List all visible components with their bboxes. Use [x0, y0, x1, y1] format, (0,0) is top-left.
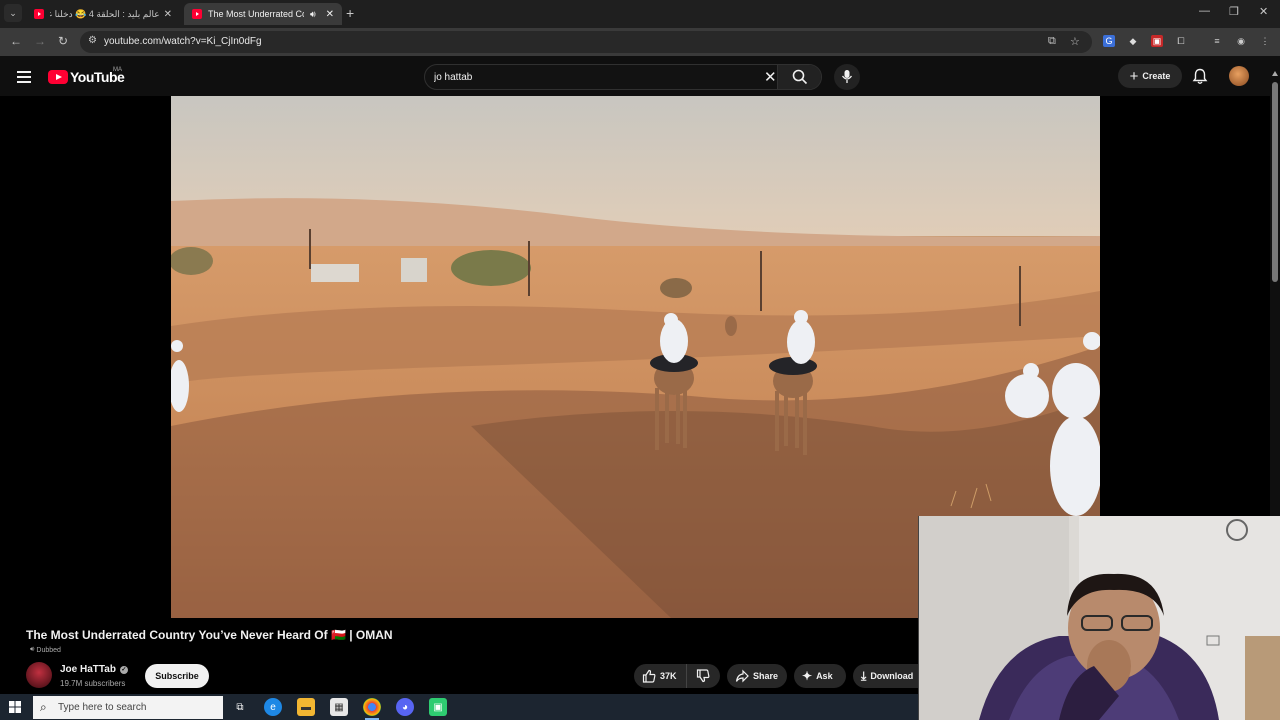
hamburger-menu-icon[interactable]	[17, 71, 31, 86]
speaker-icon[interactable]: 🔊︎	[310, 9, 316, 20]
tab-close-icon[interactable]: ✕	[326, 9, 334, 20]
restore-icon[interactable]: ❐	[1229, 5, 1239, 18]
browser-tab-2[interactable]: The Most Underrated Coun 🔊︎ ✕	[184, 3, 342, 25]
minimize-icon[interactable]: —	[1199, 5, 1210, 17]
scroll-up-arrow-icon[interactable]	[1272, 71, 1278, 76]
youtube-favicon-icon	[34, 9, 44, 19]
tab-title: عالم بليد : الحلقة 4 😂 دخلنا غرفة	[50, 8, 160, 19]
dubbed-badge: 🔊︎ Dubbed	[30, 646, 61, 654]
account-avatar[interactable]	[1229, 66, 1249, 86]
back-icon[interactable]: ←	[10, 34, 22, 48]
discord-icon[interactable]: ◕	[396, 698, 414, 716]
search-box: ✕	[424, 64, 822, 90]
subscribe-button[interactable]: Subscribe	[145, 664, 209, 688]
search-input[interactable]	[434, 69, 754, 85]
microsoft-store-icon[interactable]: ▦	[330, 698, 348, 716]
youtube-favicon-icon	[192, 9, 202, 19]
chrome-menu-icon[interactable]: ⋮	[1259, 35, 1271, 47]
bookmark-star-icon[interactable]: ☆	[1070, 35, 1080, 48]
tab-title: The Most Underrated Coun	[208, 9, 304, 19]
verified-check-icon: ✓	[119, 665, 128, 674]
dubbed-icon: 🔊︎	[30, 646, 35, 653]
share-button[interactable]: Share	[727, 664, 787, 688]
install-app-icon[interactable]: ⧉	[1048, 35, 1056, 48]
extension-red-icon[interactable]: ▣	[1151, 35, 1163, 47]
browser-tab-1[interactable]: عالم بليد : الحلقة 4 😂 دخلنا غرفة ✕	[26, 3, 180, 25]
green-app-icon[interactable]: ▣	[429, 698, 447, 716]
ask-label: Ask	[816, 671, 833, 681]
voice-search-button[interactable]	[834, 64, 860, 90]
site-info-icon[interactable]: ⚙	[88, 35, 97, 46]
ask-button[interactable]: ✦ Ask	[794, 664, 846, 688]
url-text: youtube.com/watch?v=Ki_CjIn0dFg	[104, 36, 262, 47]
subscriber-count: 19.7M subscribers	[60, 679, 126, 688]
windows-taskbar: ⌕ Type here to search ⧉ e ▬ ▦ ◕ ▣	[0, 694, 918, 720]
browser-tab-strip: ⌄ عالم بليد : الحلقة 4 😂 دخلنا غرفة ✕ Th…	[0, 0, 1280, 28]
microphone-icon	[841, 70, 853, 83]
thumbs-up-icon	[642, 669, 656, 683]
thumbs-down-icon	[696, 669, 710, 683]
taskbar-search-box[interactable]: ⌕ Type here to search	[33, 696, 223, 719]
channel-name-row[interactable]: Joe HaTTab ✓	[60, 664, 128, 675]
download-icon: ⤓	[861, 668, 867, 683]
dislike-button[interactable]	[686, 664, 720, 688]
extension-diamond-icon[interactable]: ◆	[1127, 35, 1139, 47]
video-title: The Most Underrated Country You’ve Never…	[26, 628, 393, 642]
download-button[interactable]: ⤓ Download	[853, 664, 918, 688]
download-label: Download	[870, 671, 914, 681]
webcam-feed-person	[919, 516, 1280, 720]
share-arrow-icon	[735, 669, 749, 683]
like-count: 37K	[660, 671, 677, 681]
close-window-icon[interactable]: ✕	[1259, 5, 1268, 18]
create-button[interactable]: + Create	[1118, 64, 1182, 88]
search-button[interactable]	[777, 65, 821, 89]
notifications-bell-icon[interactable]	[1192, 68, 1208, 85]
webcam-overlay	[918, 516, 1280, 720]
plus-icon: +	[1129, 67, 1139, 85]
create-label: Create	[1142, 71, 1171, 81]
tab-search-chevron-icon[interactable]: ⌄	[4, 4, 22, 22]
youtube-play-logo-icon	[48, 70, 68, 84]
translate-extension-icon[interactable]: G	[1103, 35, 1115, 47]
dubbed-label: Dubbed	[36, 646, 61, 654]
file-explorer-icon[interactable]: ▬	[297, 698, 315, 716]
scrollbar-thumb[interactable]	[1272, 82, 1278, 282]
search-icon: ⌕	[40, 700, 47, 714]
reload-icon[interactable]: ↻	[58, 34, 68, 48]
extensions-puzzle-icon[interactable]: ⧠	[1175, 35, 1187, 47]
forward-icon[interactable]: →	[34, 34, 46, 48]
new-tab-icon[interactable]: +	[346, 5, 354, 21]
windows-start-icon[interactable]	[9, 701, 21, 713]
browser-toolbar: ← → ↻ ⚙ youtube.com/watch?v=Ki_CjIn0dFg …	[0, 28, 1280, 56]
youtube-logo[interactable]: YouTube MA	[48, 67, 125, 85]
country-code: MA	[113, 67, 122, 73]
edge-browser-icon[interactable]: e	[264, 698, 282, 716]
chrome-browser-icon[interactable]	[363, 698, 381, 716]
tab-close-icon[interactable]: ✕	[164, 9, 172, 20]
taskbar-search-placeholder: Type here to search	[58, 702, 147, 713]
clear-search-icon[interactable]: ✕	[764, 68, 777, 86]
youtube-masthead: YouTube MA ✕ + Create	[0, 56, 1280, 96]
profile-icon[interactable]: ◉	[1235, 35, 1247, 47]
media-controls-icon[interactable]: ≡	[1211, 35, 1223, 47]
like-button[interactable]: 37K	[634, 664, 686, 688]
address-bar[interactable]: ⚙ youtube.com/watch?v=Ki_CjIn0dFg ⧉ ☆	[80, 31, 1092, 53]
task-view-icon[interactable]: ⧉	[231, 698, 249, 716]
sparkle-icon: ✦	[802, 669, 813, 683]
share-label: Share	[753, 671, 779, 681]
channel-avatar[interactable]	[26, 662, 52, 688]
search-icon	[792, 69, 808, 85]
channel-name[interactable]: Joe HaTTab	[60, 664, 116, 675]
